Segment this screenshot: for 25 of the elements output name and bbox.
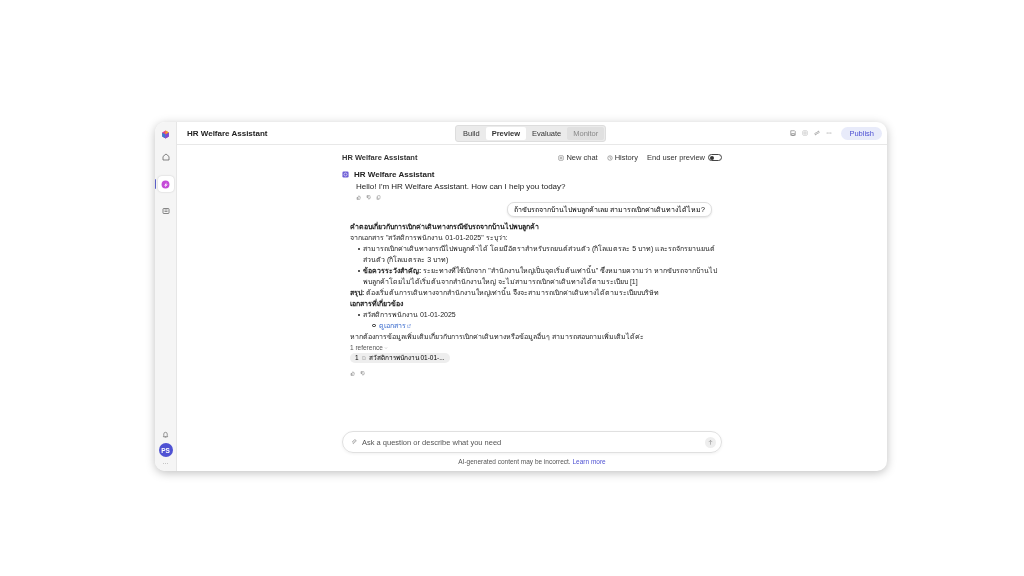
paperclip-icon[interactable] bbox=[351, 439, 357, 445]
bot-message: Hello! I'm HR Welfare Assistant. How can I help you today? bbox=[356, 182, 567, 191]
clock-icon bbox=[606, 154, 613, 161]
thumbs-down-icon[interactable] bbox=[360, 371, 365, 376]
thumbs-up-icon[interactable] bbox=[356, 195, 361, 200]
document-icon bbox=[361, 356, 366, 360]
external-link-icon bbox=[406, 323, 411, 328]
bell-icon[interactable] bbox=[162, 431, 169, 438]
agent-icon bbox=[161, 179, 170, 189]
bot-icon bbox=[342, 171, 349, 178]
library-icon bbox=[161, 207, 170, 215]
save-icon[interactable] bbox=[790, 130, 797, 136]
home-icon bbox=[161, 153, 170, 161]
arrow-up-icon bbox=[707, 438, 714, 446]
send-button[interactable] bbox=[705, 436, 716, 448]
app-logo[interactable] bbox=[161, 130, 170, 139]
thumbs-down-icon[interactable] bbox=[366, 195, 371, 200]
rail-button[interactable] bbox=[157, 176, 174, 192]
chat-icon bbox=[558, 154, 565, 161]
agent-title: HR Welfare Assistant bbox=[187, 128, 269, 138]
grid-icon[interactable] bbox=[802, 130, 809, 136]
thumbs-up-icon[interactable] bbox=[350, 371, 355, 376]
copy-icon[interactable] bbox=[376, 195, 381, 200]
sender-name: HR Welfare Assistant bbox=[354, 170, 435, 179]
chevron-icon bbox=[383, 345, 388, 350]
